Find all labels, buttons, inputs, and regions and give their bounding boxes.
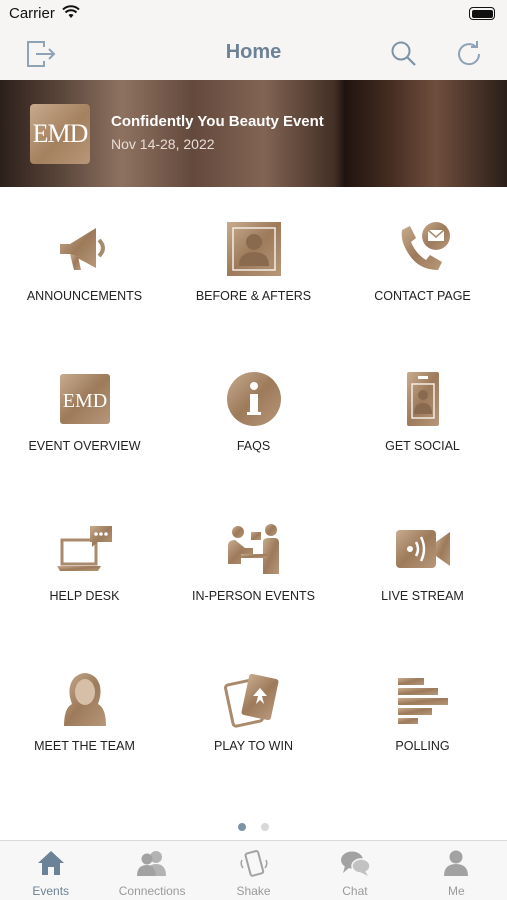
event-banner[interactable]: EMD Confidently You Beauty Event Nov 14-…	[0, 80, 507, 187]
people-icon	[101, 849, 202, 879]
tile-event-overview[interactable]: EMD EVENT OVERVIEW	[0, 340, 169, 490]
phone-mail-icon	[392, 218, 454, 280]
playing-cards-icon	[223, 668, 285, 730]
tile-label: GET SOCIAL	[385, 439, 460, 453]
home-icon	[0, 849, 101, 879]
person-icon	[406, 849, 507, 879]
page-dot-2[interactable]	[260, 823, 269, 831]
event-logo: EMD	[30, 104, 90, 164]
woman-avatar-icon	[54, 668, 116, 730]
emd-logo-icon: EMD	[54, 368, 116, 430]
video-camera-icon	[392, 518, 454, 580]
tile-label: POLLING	[395, 739, 450, 753]
tile-label: LIVE STREAM	[381, 589, 464, 603]
page-indicator[interactable]	[0, 818, 507, 836]
tab-events[interactable]: Events	[0, 841, 101, 900]
chat-bubbles-icon	[304, 849, 405, 879]
tile-label: PLAY TO WIN	[214, 739, 293, 753]
battery-icon	[469, 7, 495, 20]
tile-before-afters[interactable]: BEFORE & AFTERS	[169, 190, 338, 340]
tile-faqs[interactable]: FAQS	[169, 340, 338, 490]
page-dot-1[interactable]	[238, 823, 247, 831]
tab-bar: Events Connections Shake Chat Me	[0, 840, 507, 900]
tile-live-stream[interactable]: LIVE STREAM	[338, 490, 507, 640]
tab-chat[interactable]: Chat	[304, 841, 405, 900]
search-icon[interactable]	[386, 36, 422, 72]
tab-label: Me	[447, 884, 465, 898]
tile-help-desk[interactable]: HELP DESK	[0, 490, 169, 640]
shake-phone-icon	[203, 849, 304, 879]
tab-connections[interactable]: Connections	[101, 841, 202, 900]
portrait-photo-icon	[223, 218, 285, 280]
tile-meet-the-team[interactable]: MEET THE TEAM	[0, 640, 169, 790]
navigation-bar: Home	[0, 28, 507, 80]
tile-label: BEFORE & AFTERS	[195, 289, 312, 303]
tile-get-social[interactable]: GET SOCIAL	[338, 340, 507, 490]
tab-label: Shake	[236, 884, 271, 898]
tab-shake[interactable]: Shake	[203, 841, 304, 900]
tile-label: FAQS	[236, 439, 271, 453]
tile-label: CONTACT PAGE	[374, 289, 471, 303]
tab-label: Events	[32, 884, 70, 898]
event-date: Nov 14-28, 2022	[111, 136, 215, 152]
tile-polling[interactable]: POLLING	[338, 640, 507, 790]
id-badge-icon	[392, 368, 454, 430]
laptop-chat-icon	[54, 518, 116, 580]
event-title: Confidently You Beauty Event	[111, 113, 324, 130]
status-bar: Carrier	[0, 0, 507, 28]
tile-label: EVENT OVERVIEW	[28, 439, 141, 453]
wifi-icon	[62, 5, 80, 24]
tile-play-to-win[interactable]: PLAY TO WIN	[169, 640, 338, 790]
tile-label: ANNOUNCEMENTS	[26, 289, 143, 303]
tab-label: Chat	[342, 884, 368, 898]
refresh-icon[interactable]	[451, 36, 487, 72]
tile-announcements[interactable]: ANNOUNCEMENTS	[0, 190, 169, 340]
page-title: Home	[225, 41, 282, 63]
tab-label: Connections	[118, 884, 186, 898]
info-icon	[223, 368, 285, 430]
tile-label: MEET THE TEAM	[34, 739, 135, 753]
svg-text:EMD: EMD	[63, 390, 107, 412]
megaphone-icon	[54, 218, 116, 280]
bar-chart-icon	[392, 668, 454, 730]
tile-in-person-events[interactable]: IN-PERSON EVENTS	[169, 490, 338, 640]
tab-me[interactable]: Me	[406, 841, 507, 900]
tile-label: HELP DESK	[49, 589, 120, 603]
people-meeting-icon	[223, 518, 285, 580]
carrier-label: Carrier	[9, 5, 55, 22]
tile-contact-page[interactable]: CONTACT PAGE	[338, 190, 507, 340]
tile-label: IN-PERSON EVENTS	[192, 589, 315, 603]
